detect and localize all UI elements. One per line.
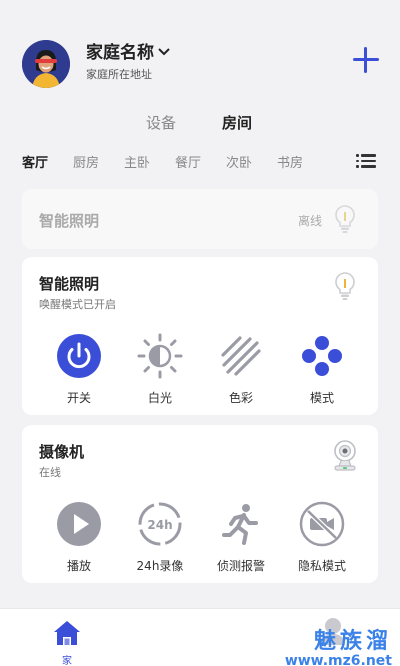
sun-icon xyxy=(137,333,183,379)
bottom-nav: 家 魅族溜 www.mz6.net xyxy=(0,608,400,666)
room-tab[interactable]: 客厅 xyxy=(22,152,48,171)
device-card-offline[interactable]: 智能照明 离线 xyxy=(22,189,378,249)
home-icon xyxy=(54,621,80,645)
control-label: 色彩 xyxy=(228,391,253,405)
nav-home[interactable]: 家 xyxy=(52,619,82,666)
mode-icon xyxy=(302,336,342,376)
room-tabs: 客厅 厨房 主卧 餐厅 次卧 书房 xyxy=(0,150,400,174)
tab-devices[interactable]: 设备 xyxy=(146,112,176,133)
room-tab[interactable]: 餐厅 xyxy=(175,152,201,171)
white-light-button[interactable]: 白光 xyxy=(120,333,200,406)
control-label: 开关 xyxy=(66,391,91,405)
control-label: 侦测报警 xyxy=(216,559,265,573)
tab-rooms[interactable]: 房间 xyxy=(222,112,252,133)
device-subtitle: 在线 xyxy=(39,466,61,479)
watermark-line2: www.mz6.net xyxy=(284,653,392,666)
add-icon[interactable] xyxy=(352,46,380,74)
power-button[interactable]: 开关 xyxy=(39,333,119,406)
power-icon xyxy=(57,334,101,378)
play-button[interactable]: 播放 xyxy=(39,501,119,574)
bulb-icon xyxy=(335,205,355,233)
watermark-line1: 魅族溜 xyxy=(313,629,392,654)
stripes-icon xyxy=(221,336,261,376)
motion-alarm-button[interactable]: 侦测报警 xyxy=(201,501,281,574)
room-tab[interactable]: 书房 xyxy=(277,152,303,171)
list-icon[interactable] xyxy=(356,154,376,168)
watermark: 魅族溜 www.mz6.net xyxy=(285,623,392,666)
recording-24h-button[interactable]: 24h 24h录像 xyxy=(120,501,200,574)
device-title: 智能照明 xyxy=(39,275,100,293)
control-label: 隐私模式 xyxy=(297,559,346,573)
room-tab[interactable]: 厨房 xyxy=(73,152,99,171)
mode-button[interactable]: 模式 xyxy=(282,333,362,406)
color-button[interactable]: 色彩 xyxy=(201,333,281,406)
room-tab[interactable]: 主卧 xyxy=(124,152,150,171)
control-label: 播放 xyxy=(66,559,91,573)
device-title: 智能照明 xyxy=(39,212,100,230)
24h-icon: 24h xyxy=(138,502,182,546)
chevron-down-icon xyxy=(158,48,170,56)
bulb-icon xyxy=(335,272,355,300)
header: 家庭名称 家庭所在地址 xyxy=(0,0,400,100)
control-label: 白光 xyxy=(147,391,172,405)
svg-text:24h: 24h xyxy=(147,518,172,532)
device-title: 摄像机 xyxy=(39,443,85,461)
room-tab[interactable]: 次卧 xyxy=(226,152,252,171)
device-card-camera[interactable]: 摄像机 在线 播放 24h 24h录像 侦测报警 隐私模式 xyxy=(22,425,378,583)
device-subtitle: 唤醒模式已开启 xyxy=(39,298,116,311)
nav-home-label: 家 xyxy=(62,656,72,666)
device-card-light[interactable]: 智能照明 唤醒模式已开启 开关 白光 色彩 模式 xyxy=(22,257,378,415)
privacy-mode-button[interactable]: 隐私模式 xyxy=(282,501,362,574)
privacy-icon xyxy=(299,501,345,547)
home-address: 家庭所在地址 xyxy=(86,68,152,81)
offline-label: 离线 xyxy=(297,214,322,228)
camera-icon xyxy=(334,440,356,471)
running-icon xyxy=(222,504,258,545)
control-label: 24h录像 xyxy=(136,559,184,573)
play-icon xyxy=(57,502,101,546)
home-name: 家庭名称 xyxy=(86,43,154,63)
avatar[interactable] xyxy=(22,40,70,88)
home-name-dropdown[interactable]: 家庭名称 xyxy=(86,38,170,63)
control-label: 模式 xyxy=(309,391,334,405)
